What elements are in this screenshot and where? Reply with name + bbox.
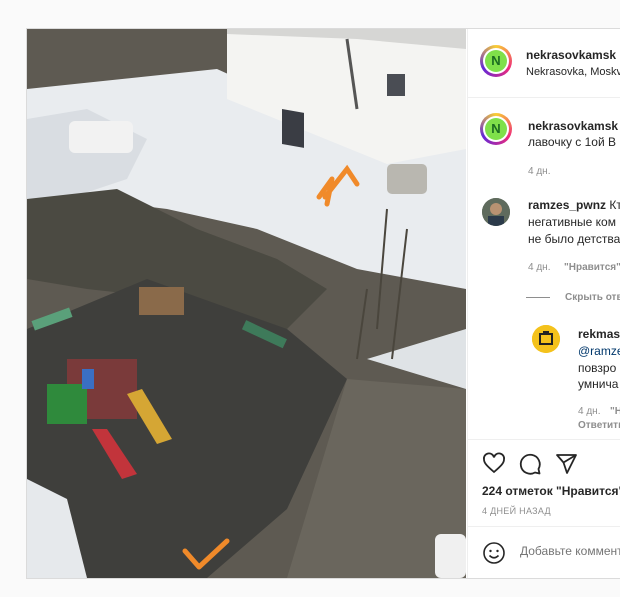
add-comment-input[interactable] — [518, 543, 620, 559]
heart-icon[interactable] — [482, 452, 506, 476]
post-date: 4 ДНЕЙ НАЗАД — [482, 506, 551, 516]
comment-username[interactable]: ramzes_pwnz — [528, 198, 606, 212]
post-photo[interactable] — [27, 29, 466, 578]
reply-line-2: умнича — [578, 377, 619, 391]
person-photo-icon — [482, 198, 510, 226]
comment-text-start: Кт — [609, 198, 620, 212]
share-icon[interactable] — [554, 452, 578, 476]
emoji-icon[interactable] — [482, 541, 506, 565]
comment-icon[interactable] — [518, 452, 542, 476]
reply-avatar[interactable] — [532, 325, 560, 353]
caption-avatar[interactable]: N — [480, 113, 512, 145]
reply-age: 4 дн. — [578, 406, 601, 417]
reply-line-1: повзро — [578, 361, 617, 375]
reply-username[interactable]: rekmast — [578, 327, 620, 341]
post-header: N nekrasovkamsk Nekrasovka, Moskva — [468, 29, 620, 98]
profile-avatar[interactable]: N — [480, 45, 512, 77]
caption-text: лавочку с 1ой В — [528, 135, 617, 149]
comments-panel: N nekrasovkamsk Nekrasovka, Moskva N nek… — [467, 29, 620, 578]
add-comment-bar — [468, 526, 620, 578]
brand-logo-icon: N — [485, 50, 507, 72]
post-username[interactable]: nekrasovkamsk — [526, 48, 616, 62]
caption-username[interactable]: nekrasovkamsk — [528, 119, 618, 133]
reply-button[interactable]: Ответить — [578, 420, 620, 431]
post-actions: 224 отметок "Нравится" 4 ДНЕЙ НАЗАД — [468, 439, 620, 578]
reply-likes-link[interactable]: "Н — [610, 406, 620, 417]
reply-mention[interactable]: @ramze — [578, 343, 620, 359]
hide-replies-button[interactable]: Скрыть отв — [565, 292, 620, 303]
commenter-avatar[interactable] — [482, 198, 510, 226]
brand-logo-icon: N — [485, 118, 507, 140]
instagram-post-card: N nekrasovkamsk Nekrasovka, Moskva N nek… — [26, 28, 620, 579]
replies-divider — [526, 297, 550, 298]
comment-line-1: ramzes_pwnz Кт — [528, 197, 620, 213]
comment-line-3: не было детства — [528, 232, 620, 246]
caption-age: 4 дн. — [528, 166, 551, 177]
comment-line-2: негативные ком — [528, 215, 616, 229]
tool-logo-icon — [532, 325, 560, 353]
comment-age: 4 дн. — [528, 262, 551, 273]
post-location[interactable]: Nekrasovka, Moskva — [526, 66, 620, 78]
comment-likes-link[interactable]: "Нравится" — [564, 262, 620, 273]
likes-count[interactable]: 224 отметок "Нравится" — [482, 484, 620, 498]
aerial-yard-photo — [27, 29, 466, 578]
